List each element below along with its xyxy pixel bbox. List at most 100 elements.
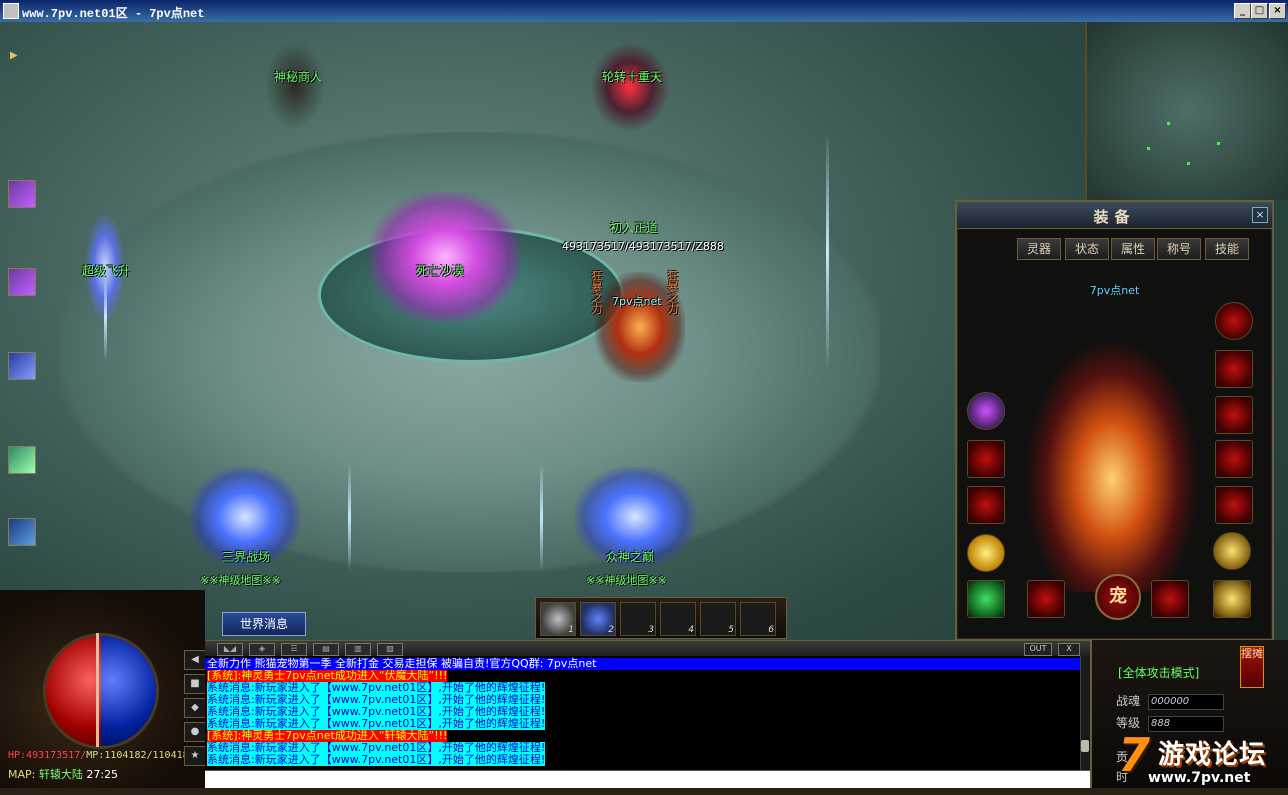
site-watermark: 7 游戏论坛 www.7pv.net: [1118, 728, 1288, 792]
map-coordinates: 27:25: [86, 768, 119, 781]
chat-close-button[interactable]: X: [1058, 643, 1080, 656]
orb-divider: [96, 633, 99, 747]
hotbar-slot[interactable]: 5: [700, 602, 736, 636]
window-title: www.7pv.net01区 - 7pv点net: [22, 7, 205, 21]
npc-label[interactable]: 轮转十重天: [602, 68, 662, 85]
player-name: 7pv点net: [612, 295, 662, 308]
portal-subtitle: ※※神级地图※※: [200, 574, 281, 587]
equip-slot-armor[interactable]: [1215, 396, 1253, 434]
chat-filter-button[interactable]: ▧: [377, 643, 403, 656]
skill-icon[interactable]: [8, 268, 36, 296]
equipment-panel-title: 装备: [1093, 208, 1136, 226]
hotbar-slot[interactable]: 4: [660, 602, 696, 636]
attack-mode[interactable]: [全体攻击模式]: [1118, 664, 1199, 681]
equipment-close-button[interactable]: ×: [1252, 207, 1268, 223]
chat-filter-button[interactable]: ▤: [313, 643, 339, 656]
guild-icon[interactable]: ●: [184, 722, 206, 742]
equip-slot-bracelet-left[interactable]: [967, 486, 1005, 524]
npc-rebirth[interactable]: [590, 42, 670, 132]
chat-filter-button[interactable]: ▥: [345, 643, 371, 656]
status-key-soul: 战魂: [1116, 694, 1141, 708]
hp-label: HP:: [8, 750, 27, 761]
pet-slot[interactable]: 宠: [1095, 574, 1141, 620]
npc-label[interactable]: 三界战场: [222, 548, 270, 565]
chat-toolbar: ◣◢ ◈ ☰ ▤ ▥ ▧ OUT X: [205, 640, 1090, 657]
hotbar-slot-number: 3: [648, 625, 654, 635]
volume-icon[interactable]: ◀: [184, 650, 206, 670]
trade-icon[interactable]: ◆: [184, 698, 206, 718]
chat-scroll-thumb[interactable]: [1081, 740, 1089, 752]
player-aura-left: 狂暴之力: [590, 270, 603, 314]
title-bar: www.7pv.net01区 - 7pv点net _ □ ×: [0, 0, 1288, 22]
equip-slot-necklace[interactable]: [967, 440, 1005, 478]
group-icon[interactable]: ■: [184, 674, 206, 694]
equipment-panel-header[interactable]: 装备 ×: [957, 202, 1272, 229]
equip-slot-medal[interactable]: [1215, 302, 1253, 340]
minimap-dot: [1147, 147, 1150, 150]
skill-icon[interactable]: [8, 518, 36, 546]
skill-icon[interactable]: [8, 180, 36, 208]
watermark-digit: 7: [1118, 728, 1151, 782]
tab-status[interactable]: 状态: [1065, 238, 1109, 260]
equip-slot-weapon-flag[interactable]: [1215, 350, 1253, 388]
minimap-dot: [1187, 162, 1190, 165]
light-ray: [826, 132, 829, 372]
equipment-owner-name: 7pv点net: [1089, 284, 1140, 297]
bottom-border: [0, 788, 1288, 795]
npc-label[interactable]: 众神之巅: [606, 548, 654, 565]
map-name: 轩辕大陆: [38, 768, 83, 781]
minimap[interactable]: [1085, 22, 1288, 200]
maximize-button[interactable]: □: [1251, 3, 1268, 19]
status-value-soul: 000000: [1148, 694, 1224, 710]
chat-filter-button[interactable]: ◈: [249, 643, 275, 656]
close-button[interactable]: ×: [1269, 3, 1286, 19]
tab-skills[interactable]: 技能: [1205, 238, 1249, 260]
light-ray: [104, 272, 107, 362]
npc-label[interactable]: 超级飞升: [82, 262, 130, 279]
portal-subtitle: ※※神级地图※※: [586, 574, 667, 587]
hotbar-slot[interactable]: 3: [620, 602, 656, 636]
hotbar-slot-number: 4: [688, 625, 694, 635]
player-title: 初入正道: [610, 221, 659, 235]
minimap-dot: [1217, 142, 1220, 145]
app-icon[interactable]: [3, 3, 19, 19]
chat-log[interactable]: 全新力作 熊猫宠物第一季 全新打金 交易走担保 被骗自责!官方QQ群: 7pv点…: [205, 656, 1080, 770]
skill-icon[interactable]: [8, 446, 36, 474]
npc-merchant[interactable]: [265, 40, 325, 130]
equip-slot-charm[interactable]: [1213, 532, 1251, 570]
tab-lingqi[interactable]: 灵器: [1017, 238, 1061, 260]
minimap-dot: [1167, 122, 1170, 125]
player-hp-text: 493173517/493173517/Z888: [562, 240, 724, 253]
hotbar-slot[interactable]: 6: [740, 602, 776, 636]
sidebar-toggle-icon[interactable]: ▶: [10, 50, 18, 61]
equip-slot-bracelet-right[interactable]: [1215, 440, 1253, 478]
npc-label[interactable]: 神秘商人: [274, 68, 322, 85]
chat-input[interactable]: [205, 770, 1090, 789]
altar-teleporter[interactable]: [370, 192, 520, 322]
hp-mp-orb: [43, 633, 159, 749]
equip-slot-helmet[interactable]: [967, 392, 1005, 430]
chat-filter-button[interactable]: ☰: [281, 643, 307, 656]
tab-titles[interactable]: 称号: [1157, 238, 1201, 260]
hp-mp-readout: HP:493173517/MP:1104182/1104182: [8, 750, 195, 761]
equip-slot-ring-right[interactable]: [1215, 486, 1253, 524]
tab-attributes[interactable]: 属性: [1111, 238, 1155, 260]
hotbar-slot-number: 6: [768, 625, 774, 635]
player-aura-right: 狂暴之力: [666, 270, 679, 314]
character-avatar: [1027, 342, 1197, 592]
equip-slot-emblem[interactable]: [1213, 580, 1251, 618]
stall-button[interactable]: 摆摊: [1240, 646, 1264, 688]
friend-icon[interactable]: ★: [184, 746, 206, 766]
minimize-button[interactable]: _: [1234, 3, 1251, 19]
equip-slot-ring-left[interactable]: [967, 534, 1005, 572]
chat-filter-button[interactable]: ◣◢: [217, 643, 243, 656]
skill-icon[interactable]: [8, 352, 36, 380]
equip-slot-boots[interactable]: [1151, 580, 1189, 618]
hotbar-slot[interactable]: 1: [540, 602, 576, 636]
equip-slot-belt[interactable]: [1027, 580, 1065, 618]
chat-out-button[interactable]: OUT: [1024, 643, 1052, 656]
hotbar-slot[interactable]: 2: [580, 602, 616, 636]
equip-slot-gem[interactable]: [967, 580, 1005, 618]
world-message-button[interactable]: 世界消息: [222, 612, 306, 636]
npc-label[interactable]: 死亡沙漠: [416, 262, 464, 279]
